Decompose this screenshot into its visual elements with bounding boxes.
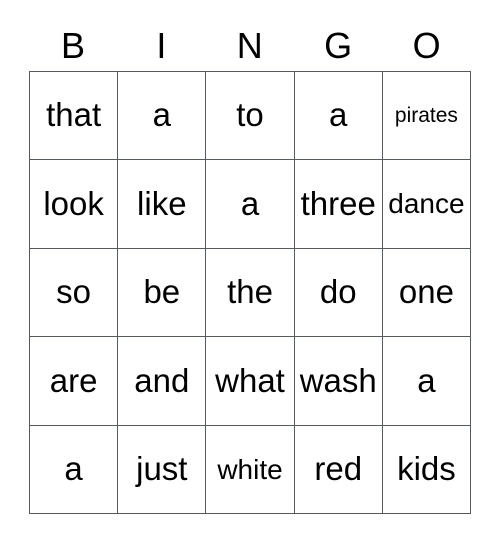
bingo-cell-label: white bbox=[217, 453, 283, 485]
bingo-cell[interactable]: and bbox=[118, 337, 207, 426]
bingo-header-letter-n: N bbox=[236, 25, 264, 66]
bingo-cell-label: a bbox=[64, 450, 83, 487]
bingo-row: are and what wash a bbox=[30, 337, 472, 426]
bingo-row: so be the do one bbox=[30, 248, 472, 338]
bingo-cell-label: are bbox=[49, 361, 98, 399]
bingo-cell-label: one bbox=[398, 273, 454, 311]
bingo-cell-label: be bbox=[143, 273, 181, 311]
bingo-cell[interactable]: a bbox=[30, 425, 119, 515]
bingo-cell-label: what bbox=[215, 361, 285, 399]
bingo-cell[interactable]: red bbox=[294, 425, 383, 515]
bingo-cell-label: three bbox=[300, 184, 376, 222]
bingo-header-letter-o: O bbox=[412, 25, 442, 66]
bingo-cell-label: a bbox=[240, 184, 260, 222]
bingo-cell[interactable]: that bbox=[30, 72, 119, 161]
bingo-cell[interactable]: just bbox=[118, 425, 207, 515]
bingo-cell-label: just bbox=[136, 450, 188, 487]
bingo-cell-label: a bbox=[329, 96, 348, 134]
bingo-grid: that a to a pirates look like a three da… bbox=[29, 71, 472, 515]
bingo-cell[interactable]: one bbox=[382, 248, 472, 338]
bingo-header-letter-i: I bbox=[156, 25, 167, 66]
bingo-card: B I N G O that a to a pirates look like … bbox=[0, 0, 500, 544]
bingo-cell-label: so bbox=[56, 273, 92, 311]
bingo-cell[interactable]: a bbox=[382, 337, 472, 426]
bingo-cell-label: dance bbox=[388, 188, 465, 220]
bingo-cell[interactable]: a bbox=[294, 72, 383, 161]
bingo-cell-label: look bbox=[43, 184, 104, 222]
bingo-cell-label: to bbox=[236, 96, 264, 134]
bingo-cell[interactable]: a bbox=[118, 72, 207, 161]
bingo-row: a just white red kids bbox=[30, 425, 472, 515]
bingo-cell-label: pirates bbox=[394, 103, 458, 127]
bingo-cell[interactable]: dance bbox=[382, 160, 472, 249]
bingo-cell[interactable]: like bbox=[118, 160, 207, 249]
bingo-row: look like a three dance bbox=[30, 160, 472, 249]
bingo-cell-label: kids bbox=[397, 450, 456, 487]
bingo-cell[interactable]: three bbox=[294, 160, 383, 249]
bingo-cell-label: like bbox=[137, 184, 187, 222]
bingo-cell[interactable]: kids bbox=[382, 425, 472, 515]
bingo-cell[interactable]: white bbox=[206, 425, 295, 515]
bingo-cell-label: and bbox=[134, 361, 190, 399]
bingo-cell[interactable]: be bbox=[118, 248, 207, 338]
bingo-header-letter-g: G bbox=[324, 25, 353, 66]
bingo-cell[interactable]: the bbox=[206, 248, 295, 338]
bingo-cell-label: a bbox=[417, 361, 436, 399]
bingo-cell[interactable]: do bbox=[294, 248, 383, 338]
bingo-cell[interactable]: to bbox=[206, 72, 295, 161]
bingo-cell-label: red bbox=[314, 450, 363, 487]
bingo-cell-label: wash bbox=[299, 361, 377, 399]
bingo-row: that a to a pirates bbox=[30, 72, 472, 161]
bingo-cell-label: a bbox=[152, 96, 171, 134]
bingo-cell-label: the bbox=[227, 273, 273, 311]
bingo-cell[interactable]: pirates bbox=[382, 72, 472, 161]
bingo-cell-label: that bbox=[46, 96, 102, 134]
bingo-cell[interactable]: so bbox=[30, 248, 119, 338]
bingo-header-letter-b: B bbox=[60, 25, 86, 66]
bingo-cell[interactable]: a bbox=[206, 160, 295, 249]
bingo-cell[interactable]: are bbox=[30, 337, 119, 426]
bingo-cell[interactable]: wash bbox=[294, 337, 383, 426]
bingo-cell[interactable]: what bbox=[206, 337, 295, 426]
bingo-cell-label: do bbox=[319, 273, 357, 311]
bingo-cell[interactable]: look bbox=[30, 160, 119, 249]
bingo-header-row: B I N G O bbox=[29, 22, 471, 70]
